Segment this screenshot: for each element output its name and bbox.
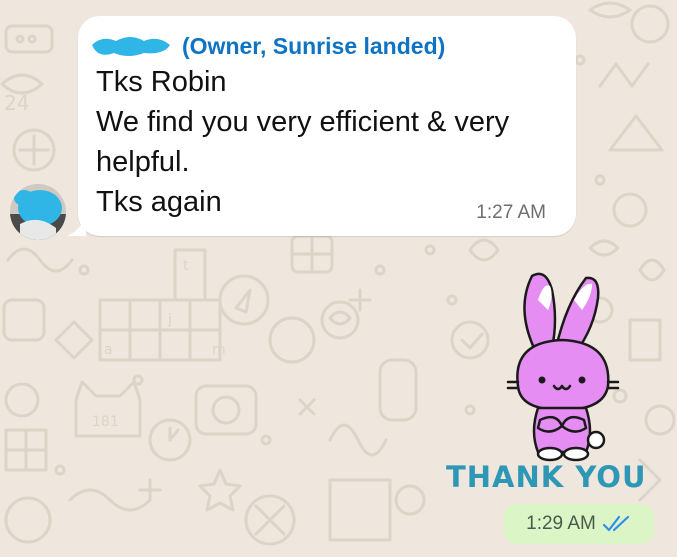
pink-bunny-icon — [506, 272, 620, 462]
bubble-tail-icon — [66, 214, 86, 236]
message-line: We find you very efficient & very — [96, 106, 510, 138]
sender-avatar[interactable] — [10, 184, 66, 240]
message-line: Tks Robin — [96, 66, 227, 98]
incoming-message-bubble[interactable]: (Owner, Sunrise landed) Tks Robin We fin… — [66, 16, 576, 236]
redacted-sender-name — [92, 37, 170, 56]
svg-text:a: a — [104, 342, 113, 358]
sent-sticker-status: 1:29 AM — [504, 504, 654, 544]
svg-text:24: 24 — [4, 91, 29, 115]
svg-text:t: t — [183, 258, 189, 274]
sender-role-label: (Owner, Sunrise landed) — [182, 32, 446, 59]
svg-text:m: m — [212, 342, 226, 358]
sender-header: (Owner, Sunrise landed) — [88, 28, 445, 64]
svg-text:j: j — [167, 312, 172, 328]
svg-text:181: 181 — [92, 414, 119, 430]
avatar-image-icon — [10, 184, 66, 240]
message-timestamp: 1:27 AM — [476, 202, 546, 223]
sent-timestamp: 1:29 AM — [526, 513, 596, 534]
message-line: helpful. — [96, 146, 190, 178]
double-check-read-icon — [602, 515, 629, 532]
message-text: Tks Robin We find you very efficient & v… — [96, 62, 566, 222]
sticker-caption: THANK YOU — [446, 460, 647, 494]
